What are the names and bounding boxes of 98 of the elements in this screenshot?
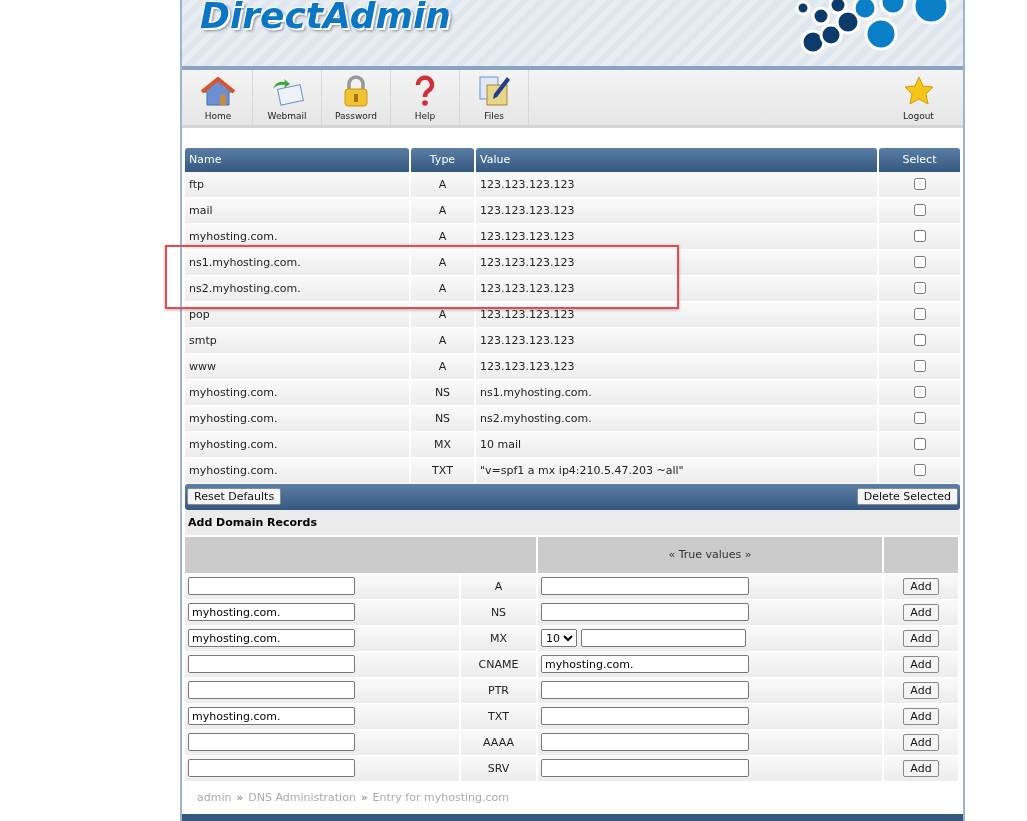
name-input-field[interactable]: myhosting.com. (188, 629, 355, 648)
padlock-icon (341, 74, 371, 107)
record-type: CNAME (461, 650, 536, 677)
value-input-field[interactable] (541, 681, 749, 700)
add-button[interactable]: Add (903, 733, 939, 751)
toolbar-button[interactable]: Home (184, 70, 253, 125)
record-type: AAAA (461, 728, 536, 755)
select-checkbox[interactable] (913, 230, 926, 243)
select-checkbox[interactable] (913, 256, 926, 269)
select-checkbox[interactable] (913, 282, 926, 295)
name-input-field[interactable] (188, 681, 355, 700)
delete-selected-button[interactable]: Delete Selected (856, 488, 958, 506)
toolbar-button[interactable]: Password (322, 70, 391, 125)
select-checkbox[interactable] (913, 464, 926, 477)
house-icon (201, 76, 235, 107)
section-title: Add Domain Records (185, 509, 960, 535)
name-input-field[interactable]: myhosting.com. (188, 707, 355, 726)
breadcrumb-separator: » (360, 790, 368, 804)
select-checkbox[interactable] (913, 386, 926, 399)
table-cell: A (411, 353, 474, 380)
value-input-field[interactable]: myhosting.com. (541, 655, 749, 674)
breadcrumb-separator: » (236, 790, 244, 804)
add-button[interactable]: Add (903, 759, 939, 777)
toolbar-button[interactable]: Webmail (253, 70, 322, 125)
select-checkbox[interactable] (913, 204, 926, 217)
column-header: Value (476, 147, 877, 172)
record-type: NS (461, 598, 536, 625)
table-cell: www (185, 353, 409, 380)
add-button[interactable]: Add (903, 577, 939, 595)
logo-text: DirectAdmin (200, 0, 451, 36)
table-cell: A (411, 327, 474, 354)
record-type: A (461, 572, 536, 599)
select-checkbox[interactable] (913, 412, 926, 425)
record-type: MX (461, 624, 536, 651)
envelope-icon (270, 76, 304, 107)
add-button[interactable]: Add (903, 655, 939, 673)
table-cell: myhosting.com. (185, 379, 409, 406)
column-header: « True values » (668, 548, 752, 562)
value-input-field[interactable] (541, 603, 749, 622)
table-cell: A (411, 197, 474, 224)
select-checkbox[interactable] (913, 308, 926, 321)
table-cell: 123.123.123.123 (476, 171, 877, 198)
reset-defaults-button[interactable]: Reset Defaults (187, 488, 282, 506)
table-cell: 123.123.123.123 (476, 327, 877, 354)
table-cell: ns1.myhosting.com. (185, 249, 409, 276)
table-cell: smtp (185, 327, 409, 354)
add-button[interactable]: Add (903, 681, 939, 699)
name-input-field[interactable] (188, 759, 355, 778)
value-input-field[interactable] (541, 759, 749, 778)
select-checkbox[interactable] (913, 178, 926, 191)
value-input-field[interactable] (581, 629, 746, 648)
column-header: Type (411, 147, 474, 172)
select-checkbox[interactable] (913, 360, 926, 373)
table-cell: myhosting.com. (185, 431, 409, 458)
table-cell: myhosting.com. (185, 405, 409, 432)
column-header: Select (879, 147, 960, 172)
toolbar-button[interactable]: Logout (884, 70, 953, 125)
name-input-field[interactable]: myhosting.com. (188, 603, 355, 622)
record-type: SRV (461, 754, 536, 781)
documents-icon (477, 74, 511, 107)
priority-dropdown[interactable]: 10 (541, 629, 577, 648)
question-mark-icon (413, 74, 437, 107)
toolbar-button[interactable]: Help (391, 70, 460, 125)
table-cell: ns2.myhosting.com. (185, 275, 409, 302)
table-cell: mail (185, 197, 409, 224)
table-cell: A (411, 249, 474, 276)
table-cell: ns1.myhosting.com. (476, 379, 877, 406)
name-input-field[interactable] (188, 577, 355, 596)
table-cell: "v=spf1 a mx ip4:210.5.47.203 ~all" (476, 457, 877, 484)
table-cell: NS (411, 405, 474, 432)
value-input-field[interactable] (541, 577, 749, 596)
value-input-field[interactable] (541, 733, 749, 752)
record-type: PTR (461, 676, 536, 703)
table-cell: 123.123.123.123 (476, 353, 877, 380)
record-type: TXT (461, 702, 536, 729)
name-input-field[interactable] (188, 655, 355, 674)
add-button[interactable]: Add (903, 603, 939, 621)
table-cell: 123.123.123.123 (476, 275, 877, 302)
select-checkbox[interactable] (913, 334, 926, 347)
table-cell: ns2.myhosting.com. (476, 405, 877, 432)
add-button[interactable]: Add (903, 707, 939, 725)
table-cell: A (411, 275, 474, 302)
table-cell: TXT (411, 457, 474, 484)
table-cell: 123.123.123.123 (476, 197, 877, 224)
add-button[interactable]: Add (903, 629, 939, 647)
select-checkbox[interactable] (913, 438, 926, 451)
star-icon (902, 74, 935, 107)
toolbar-button[interactable]: Files (460, 70, 529, 125)
table-cell: 10 mail (476, 431, 877, 458)
column-header: Name (185, 147, 409, 172)
table-cell: myhosting.com. (185, 457, 409, 484)
table-cell: A (411, 171, 474, 198)
name-input-field[interactable] (188, 733, 355, 752)
table-cell: NS (411, 379, 474, 406)
value-input-field[interactable] (541, 707, 749, 726)
table-cell: MX (411, 431, 474, 458)
table-cell: 123.123.123.123 (476, 249, 877, 276)
table-cell: ftp (185, 171, 409, 198)
